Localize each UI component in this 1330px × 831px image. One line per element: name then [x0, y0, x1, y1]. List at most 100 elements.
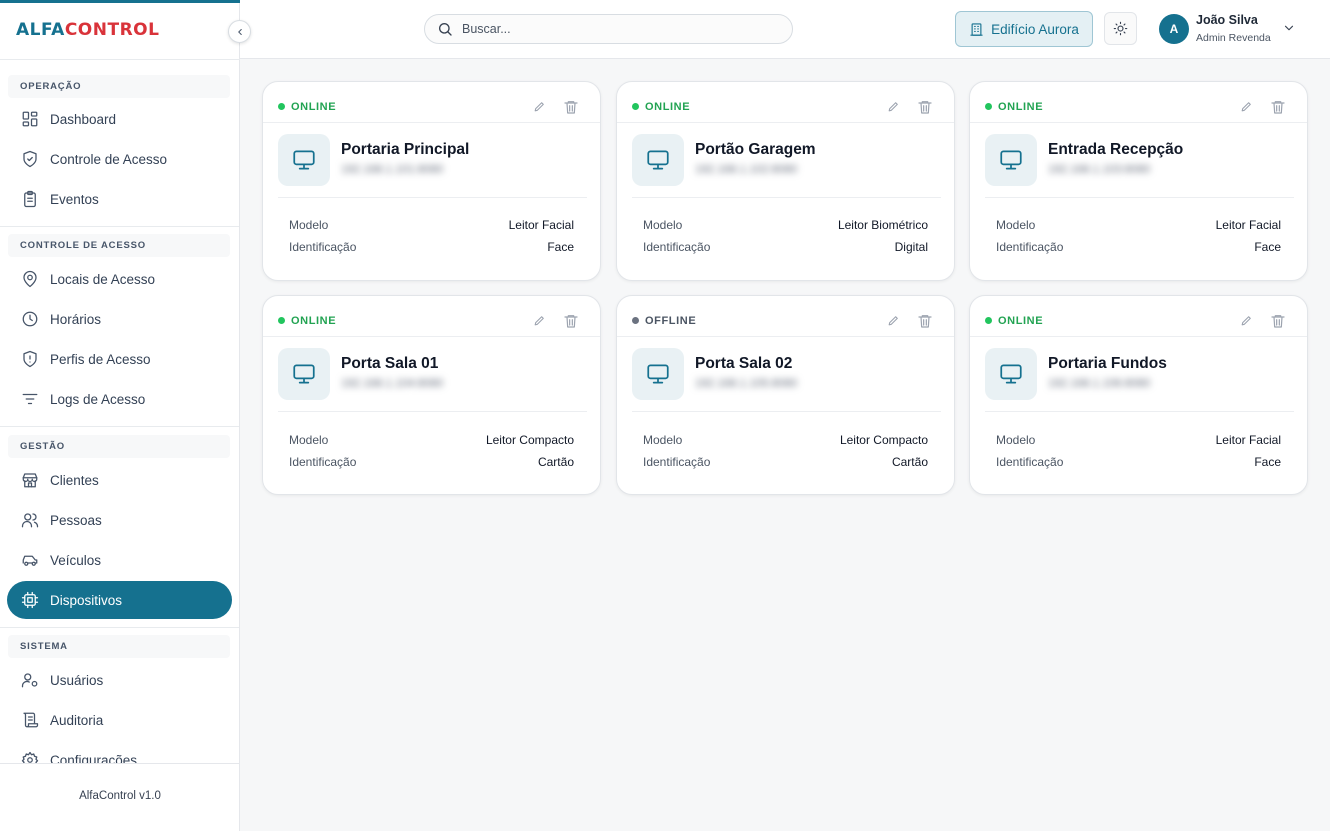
sidebar-item-perfis-de-acesso[interactable]: Perfis de Acesso [7, 340, 232, 378]
card-divider [985, 197, 1294, 198]
identification-value: Face [547, 240, 574, 254]
model-label: Modelo [996, 433, 1036, 447]
sidebar-item-logs-de-acesso[interactable]: Logs de Acesso [7, 380, 232, 418]
device-card[interactable]: ONLINE Portaria Principal 192.168.1.101:… [262, 81, 601, 281]
pencil-icon[interactable] [1240, 100, 1253, 113]
brand-logo[interactable]: ALFACONTROL [16, 20, 159, 40]
sidebar-item-label: Usuários [50, 672, 104, 688]
sidebar-item-label: Eventos [50, 191, 99, 207]
user-name[interactable]: João Silva [1196, 13, 1258, 27]
scroll-icon [23, 712, 39, 728]
nav-divider [0, 426, 239, 427]
trash-icon[interactable] [563, 313, 579, 329]
device-address: 192.168.1.106:8080 [1048, 378, 1151, 390]
status-dot [632, 103, 639, 110]
model-value: Leitor Facial [508, 218, 574, 232]
card-header: ONLINE [617, 82, 954, 123]
topbar: Edifício Aurora A João Silva Admin Reven… [240, 0, 1330, 59]
sidebar-item-clientes[interactable]: Clientes [7, 461, 232, 499]
shield-check-icon [23, 150, 37, 168]
monitor-icon [293, 150, 315, 170]
trash-icon[interactable] [1270, 99, 1286, 115]
store-icon [22, 473, 38, 488]
search-icon [439, 23, 452, 36]
users-icon [21, 513, 39, 528]
sidebar-item-configuracoes[interactable]: Configurações [7, 741, 232, 763]
card-divider [632, 197, 941, 198]
sidebar-item-usuarios[interactable]: Usuários [7, 661, 232, 699]
status-dot [985, 103, 992, 110]
device-tile [278, 134, 330, 186]
nav-section-controle-de-acesso: CONTROLE DE ACESSO [8, 234, 230, 257]
status-badge: ONLINE [998, 101, 1044, 113]
sidebar-item-dashboard[interactable]: Dashboard [7, 100, 232, 138]
identification-label: Identificação [996, 455, 1064, 469]
device-tile [632, 134, 684, 186]
status-badge: ONLINE [645, 101, 691, 113]
monitor-icon [1000, 364, 1022, 384]
pencil-icon[interactable] [533, 100, 546, 113]
pencil-icon[interactable] [887, 100, 900, 113]
building-icon [970, 22, 983, 36]
sidebar-item-dispositivos[interactable]: Dispositivos [7, 581, 232, 619]
identification-value: Face [1254, 240, 1281, 254]
sidebar-item-eventos[interactable]: Eventos [7, 180, 232, 218]
dashboard-icon [22, 111, 38, 127]
theme-toggle-button[interactable] [1104, 12, 1137, 45]
chevron-down-icon[interactable] [1282, 21, 1296, 35]
device-card[interactable]: ONLINE Porta Sala 01 192.168.1.104:8080 … [262, 295, 601, 495]
card-divider [278, 411, 587, 412]
sidebar-item-auditoria[interactable]: Auditoria [7, 701, 232, 739]
status-badge: ONLINE [998, 315, 1044, 327]
device-address: 192.168.1.105:8080 [695, 378, 798, 390]
sidebar-item-horarios[interactable]: Horários [7, 300, 232, 338]
card-header: ONLINE [970, 296, 1307, 337]
sidebar-item-label: Dispositivos [50, 592, 123, 608]
trash-icon[interactable] [563, 99, 579, 115]
nav-divider [0, 627, 239, 628]
sidebar-item-controle-de-acesso[interactable]: Controle de Acesso [7, 140, 232, 178]
sidebar-item-pessoas[interactable]: Pessoas [7, 501, 232, 539]
sidebar-item-label: Horários [50, 311, 102, 327]
avatar[interactable]: A [1159, 14, 1189, 44]
device-card[interactable]: ONLINE Portão Garagem 192.168.1.102:8080… [616, 81, 955, 281]
sidebar-item-veiculos[interactable]: Veículos [7, 541, 232, 579]
status-dot [985, 317, 992, 324]
status-badge: ONLINE [291, 315, 337, 327]
device-card[interactable]: OFFLINE Porta Sala 02 192.168.1.105:8080… [616, 295, 955, 495]
sidebar-item-locais-de-acesso[interactable]: Locais de Acesso [7, 260, 232, 298]
search-box[interactable] [424, 14, 793, 44]
identification-value: Cartão [537, 455, 574, 469]
building-selector-button[interactable]: Edifício Aurora [955, 11, 1093, 47]
status-badge: ONLINE [291, 101, 337, 113]
pencil-icon[interactable] [887, 314, 900, 327]
nav-section-operacao: OPERAÇÃO [8, 75, 230, 98]
device-card[interactable]: ONLINE Portaria Fundos 192.168.1.106:808… [969, 295, 1308, 495]
pencil-icon[interactable] [533, 314, 546, 327]
sidebar-collapse-button[interactable] [228, 20, 251, 43]
monitor-icon [647, 150, 669, 170]
device-tile [985, 134, 1037, 186]
car-icon [22, 555, 38, 566]
sidebar-item-label: Locais de Acesso [50, 271, 156, 287]
device-card[interactable]: ONLINE Entrada Recepção 192.168.1.103:80… [969, 81, 1308, 281]
model-value: Leitor Compacto [485, 433, 574, 447]
app-version: AlfaControl v1.0 [79, 790, 161, 802]
trash-icon[interactable] [917, 313, 933, 329]
card-divider [632, 411, 941, 412]
device-name: Porta Sala 01 [341, 355, 439, 372]
trash-icon[interactable] [1270, 313, 1286, 329]
filter-lines-icon [22, 393, 38, 405]
trash-icon[interactable] [917, 99, 933, 115]
search-input[interactable] [462, 22, 762, 36]
sidebar-item-label: Logs de Acesso [50, 391, 146, 407]
identification-label: Identificação [289, 240, 357, 254]
monitor-icon [293, 364, 315, 384]
identification-label: Identificação [643, 240, 711, 254]
card-header: OFFLINE [617, 296, 954, 337]
pencil-icon[interactable] [1240, 314, 1253, 327]
sidebar: ALFACONTROL OPERAÇÃO Dashboard Controle … [0, 0, 240, 831]
shield-alert-icon [23, 350, 37, 368]
monitor-icon [647, 364, 669, 384]
identification-value: Face [1254, 455, 1281, 469]
